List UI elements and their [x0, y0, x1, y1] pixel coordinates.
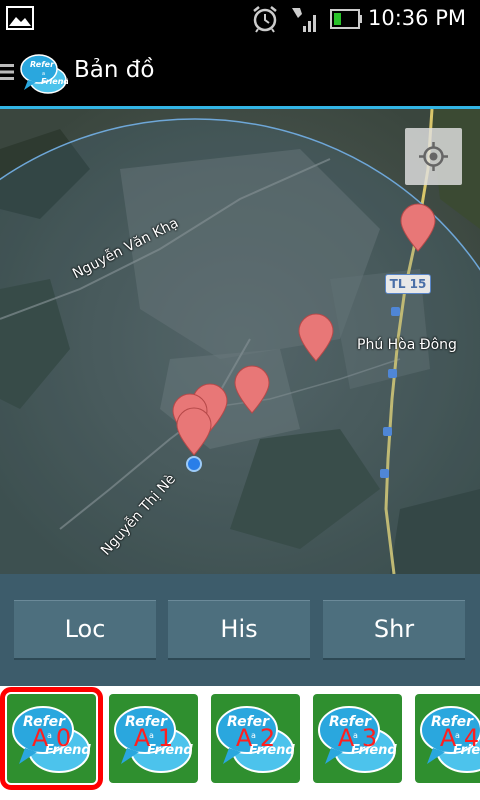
friend-tile-label: A 1 [133, 724, 174, 752]
action-bar: Refer a Friend Bản đồ [0, 38, 480, 109]
page-title: Bản đồ [74, 57, 155, 83]
friend-tile-label: A 0 [31, 724, 72, 752]
friend-tile[interactable]: Refer a Friend A 0 [0, 687, 103, 790]
signal-strength-icon [292, 8, 316, 32]
his-button[interactable]: His [168, 600, 310, 660]
shr-button[interactable]: Shr [323, 600, 465, 660]
action-buttons-bar: Loc His Shr [0, 574, 480, 686]
loc-button[interactable]: Loc [14, 600, 156, 660]
friend-tile[interactable]: Refer a Friend A 1 [109, 694, 198, 783]
friend-tile[interactable]: ReferaFriendA 4 [415, 694, 480, 783]
crosshair-icon [419, 142, 448, 171]
friend-tile[interactable]: Refer a Friend A 3 [313, 694, 402, 783]
map-label-area: Phú Hòa Đông [357, 337, 457, 353]
friend-tile[interactable]: Refer a Friend A 2 [211, 694, 300, 783]
my-location-button[interactable] [405, 128, 462, 185]
friend-tile-label: A 4 [439, 724, 480, 752]
friend-tile-label: A 3 [337, 724, 378, 752]
friend-tile-label: A 2 [235, 724, 276, 752]
svg-text:Refer: Refer [30, 60, 55, 69]
drawer-menu-icon[interactable] [0, 63, 14, 81]
road-shield-label: TL 15 [385, 274, 431, 294]
battery-icon [330, 9, 362, 29]
svg-text:Friend: Friend [41, 77, 68, 86]
friend-tiles-strip[interactable]: Refer a Friend A 0 Refer a Friend A 1 Refer a Frie… [0, 686, 480, 800]
gallery-notification-icon [6, 6, 34, 30]
current-location-dot [186, 456, 202, 472]
status-bar: 10:36 PM [0, 0, 480, 38]
refer-a-friend-logo[interactable]: Refer a Friend [20, 50, 68, 96]
alarm-clock-icon [253, 6, 277, 33]
clock-time: 10:36 PM [368, 6, 466, 30]
